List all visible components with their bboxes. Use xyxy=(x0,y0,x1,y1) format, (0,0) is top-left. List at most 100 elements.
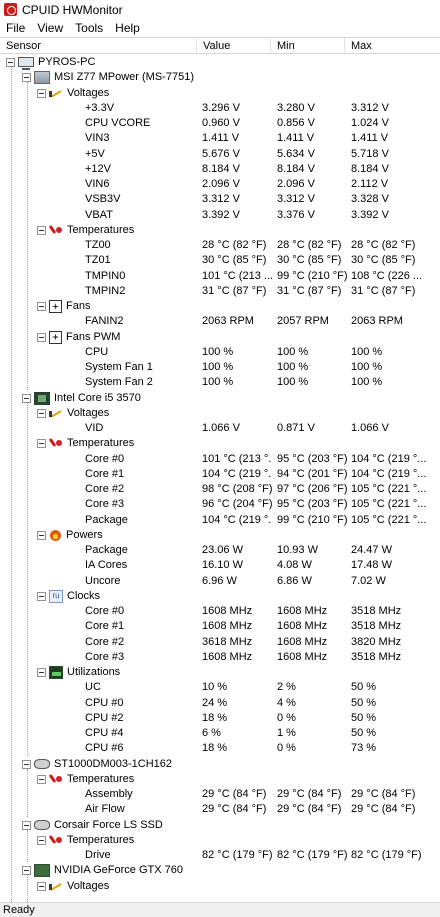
collapse-toggle-icon[interactable] xyxy=(6,58,15,67)
category-row[interactable]: Voltages xyxy=(0,879,440,894)
sensor-row[interactable]: TZ01 30 °C (85 °F) 30 °C (85 °F) 30 °C (85 … xyxy=(0,253,440,268)
column-value[interactable]: Value xyxy=(197,38,271,54)
category-row[interactable]: Fans PWM xyxy=(0,330,440,345)
collapse-toggle-icon[interactable] xyxy=(37,530,46,540)
sensor-row[interactable]: TMPIN2 31 °C (87 °F) 31 °C (87 °F) 31 °C (8… xyxy=(0,284,440,299)
sensor-row[interactable]: VIN6 2.096 V 2.096 V 2.112 V xyxy=(0,177,440,192)
category-row[interactable]: Temperatures xyxy=(0,223,440,238)
sensor-row[interactable]: TMPIN0 101 °C (213 ... 99 °C (210 °F) 108 °… xyxy=(0,269,440,284)
sensor-row[interactable]: CPU VCORE 0.960 V 0.856 V 1.024 V xyxy=(0,116,440,131)
sensor-row[interactable]: UC 10 % 2 % 50 % xyxy=(0,680,440,695)
category-row[interactable]: ru Clocks xyxy=(0,589,440,604)
sensor-row[interactable]: Drive 82 °C (179 °F) 82 °C (179 °F) 82 °C (… xyxy=(0,848,440,863)
device-row[interactable]: Corsair Force LS SSD xyxy=(0,818,440,833)
sensor-row[interactable]: System Fan 1 100 % 100 % 100 % xyxy=(0,360,440,375)
sensor-row[interactable]: TZ00 28 °C (82 °F) 28 °C (82 °F) 28 °C (82 … xyxy=(0,238,440,253)
sensor-row[interactable]: +12V 8.184 V 8.184 V 8.184 V xyxy=(0,162,440,177)
sensor-row[interactable]: CPU #4 6 % 1 % 50 % xyxy=(0,726,440,741)
sensor-row[interactable]: Core #2 3618 MHz 1608 MHz 3820 MHz xyxy=(0,635,440,650)
collapse-toggle-icon[interactable] xyxy=(37,332,46,342)
sensor-row[interactable]: Core #3 1608 MHz 1608 MHz 3518 MHz xyxy=(0,650,440,665)
collapse-toggle-icon[interactable] xyxy=(37,302,46,311)
sensor-row[interactable]: Package 23.06 W 10.93 W 24.47 W xyxy=(0,543,440,558)
max-cell: 100 % xyxy=(351,345,383,358)
category-row[interactable]: Voltages xyxy=(0,86,440,101)
column-max[interactable]: Max xyxy=(345,38,440,54)
sensor-row[interactable]: System Fan 2 100 % 100 % 100 % xyxy=(0,375,440,390)
min-cell: 0.871 V xyxy=(277,422,315,434)
max-cell: 105 °C (221 °... xyxy=(351,498,427,511)
sensor-row[interactable]: +3.3V 3.296 V 3.280 V 3.312 V xyxy=(0,101,440,116)
collapse-toggle-icon[interactable] xyxy=(37,668,46,677)
value-cell: 0.960 V xyxy=(202,117,240,129)
collapse-toggle-icon[interactable] xyxy=(22,759,31,769)
fan-pwm-icon xyxy=(49,330,62,344)
sensor-row[interactable]: +5V 5.676 V 5.634 V 5.718 V xyxy=(0,147,440,162)
category-row[interactable]: Fans xyxy=(0,299,440,314)
category-row[interactable]: Utilizations xyxy=(0,665,440,680)
sensor-row[interactable]: VBAT 3.392 V 3.376 V 3.392 V xyxy=(0,208,440,223)
sensor-row[interactable]: VIN3 1.411 V 1.411 V 1.411 V xyxy=(0,131,440,146)
column-min[interactable]: Min xyxy=(271,38,345,54)
sensor-row[interactable]: Core #0 1608 MHz 1608 MHz 3518 MHz xyxy=(0,604,440,619)
sensor-row[interactable]: CPU #2 18 % 0 % 50 % xyxy=(0,711,440,726)
sensor-row[interactable]: Core #1 1608 MHz 1608 MHz 3518 MHz xyxy=(0,619,440,634)
temperature-icon xyxy=(49,437,63,450)
sensor-row[interactable]: VSB3V 3.312 V 3.312 V 3.328 V xyxy=(0,192,440,207)
collapse-toggle-icon[interactable] xyxy=(37,881,46,891)
sensor-row[interactable]: Core #2 98 °C (208 °F) 97 °C (206 °F) 105 °… xyxy=(0,482,440,497)
sensor-row[interactable]: Assembly 29 °C (84 °F) 29 °C (84 °F) 29 °C … xyxy=(0,787,440,802)
tree-label: Voltages xyxy=(67,86,110,99)
collapse-toggle-icon[interactable] xyxy=(37,591,46,601)
tree-label: Core #0 xyxy=(85,452,125,465)
sensor-row[interactable]: IA Cores 16.10 W 4.08 W 17.48 W xyxy=(0,558,440,573)
category-row[interactable]: Powers xyxy=(0,528,440,543)
collapse-toggle-icon[interactable] xyxy=(37,439,46,449)
menu-help[interactable]: Help xyxy=(109,21,146,35)
collapse-toggle-icon[interactable] xyxy=(22,820,31,830)
sensor-row[interactable]: Air Flow 29 °C (84 °F) 29 °C (84 °F) 29 °C … xyxy=(0,802,440,817)
collapse-toggle-icon[interactable] xyxy=(22,73,31,83)
sensor-tree[interactable]: PYROS-PC MSI Z77 MPower (MS-7751) Voltages… xyxy=(0,54,440,902)
device-row[interactable]: PYROS-PC xyxy=(0,55,440,70)
collapse-toggle-icon[interactable] xyxy=(37,408,46,418)
menu-file[interactable]: File xyxy=(0,21,31,35)
collapse-toggle-icon[interactable] xyxy=(22,393,31,403)
category-row[interactable]: Temperatures xyxy=(0,772,440,787)
max-cell: 31 °C (87 °F) xyxy=(351,284,416,297)
collapse-toggle-icon[interactable] xyxy=(37,835,46,845)
category-row[interactable]: Voltages xyxy=(0,406,440,421)
category-row[interactable]: Temperatures xyxy=(0,833,440,848)
collapse-toggle-icon[interactable] xyxy=(22,866,31,876)
device-row[interactable]: ST1000DM003-1CH162 xyxy=(0,757,440,772)
menu-view[interactable]: View xyxy=(31,21,69,35)
sensor-row[interactable]: CPU #0 24 % 4 % 50 % xyxy=(0,696,440,711)
value-cell: 100 % xyxy=(202,345,234,358)
value-cell: 6.96 W xyxy=(202,574,237,587)
max-cell: 82 °C (179 °F) xyxy=(351,849,422,861)
sensor-row[interactable]: VID 1.066 V 0.871 V 1.066 V xyxy=(0,421,440,436)
value-cell: 30 °C (85 °F) xyxy=(202,254,267,267)
tree-label: CPU #2 xyxy=(85,711,124,724)
device-row[interactable]: Intel Core i5 3570 xyxy=(0,391,440,406)
device-row[interactable]: NVIDIA GeForce GTX 760 xyxy=(0,863,440,878)
sensor-row[interactable]: FANIN2 2063 RPM 2057 RPM 2063 RPM xyxy=(0,314,440,329)
collapse-toggle-icon[interactable] xyxy=(37,88,46,98)
column-sensor[interactable]: Sensor xyxy=(0,38,197,54)
device-row[interactable]: MSI Z77 MPower (MS-7751) xyxy=(0,70,440,85)
tree-label: Powers xyxy=(66,528,103,541)
menu-tools[interactable]: Tools xyxy=(69,21,109,35)
tree-label: Fans PWM xyxy=(66,330,121,343)
sensor-row[interactable]: Core #3 96 °C (204 °F) 95 °C (203 °F) 105 °… xyxy=(0,497,440,512)
collapse-toggle-icon[interactable] xyxy=(37,225,46,235)
sensor-row[interactable]: CPU #6 18 % 0 % 73 % xyxy=(0,741,440,756)
sensor-row[interactable]: Core #1 104 °C (219 °... 94 °C (201 °F) 104… xyxy=(0,467,440,482)
sensor-row[interactable]: Uncore 6.96 W 6.86 W 7.02 W xyxy=(0,574,440,589)
value-cell: 101 °C (213 ... xyxy=(202,269,272,282)
cpu-icon xyxy=(34,391,50,405)
sensor-row[interactable]: CPU 100 % 100 % 100 % xyxy=(0,345,440,360)
sensor-row[interactable]: Core #0 101 °C (213 °... 95 °C (203 °F) 104… xyxy=(0,452,440,467)
category-row[interactable]: Temperatures xyxy=(0,436,440,451)
collapse-toggle-icon[interactable] xyxy=(37,774,46,784)
sensor-row[interactable]: Package 104 °C (219 °... 99 °C (210 °F) 105… xyxy=(0,513,440,528)
